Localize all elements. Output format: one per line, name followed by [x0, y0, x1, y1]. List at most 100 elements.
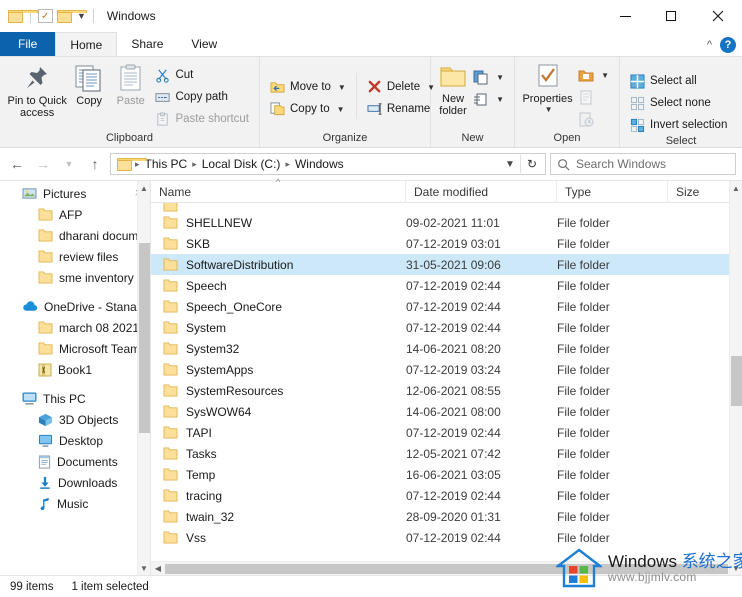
table-row[interactable]: SystemResources 12-06-2021 08:55 File fold… [151, 380, 742, 401]
invert-selection-button[interactable]: Invert selection [626, 115, 731, 135]
paste-icon [118, 64, 144, 92]
sidebar-item-downloads[interactable]: Downloads [0, 472, 150, 493]
new-folder-button[interactable]: New folder [437, 61, 469, 117]
copy-button[interactable]: Copy [68, 61, 110, 107]
edit-button[interactable] [574, 87, 613, 107]
folder-icon[interactable] [8, 9, 38, 23]
paste-shortcut-button[interactable]: Paste shortcut [151, 109, 253, 129]
sidebar-item-label: Downloads [58, 475, 118, 490]
table-row[interactable]: Temp 16-06-2021 03:05 File folder [151, 464, 742, 485]
column-header-type[interactable]: Type [557, 180, 668, 203]
table-row[interactable]: Speech 07-12-2019 02:44 File folder [151, 275, 742, 296]
chevron-down-icon[interactable]: ▼ [77, 11, 86, 21]
sidebar-item-label: AFP [59, 207, 83, 222]
address-path-box[interactable]: ▸ This PC ▸ Local Disk (C:) ▸ Windows ▼ … [110, 153, 546, 175]
chevron-down-icon[interactable]: ▼ [496, 73, 504, 82]
breadcrumb-local-disk[interactable]: Local Disk (C:) [198, 157, 285, 171]
scroll-up-icon[interactable]: ▲ [730, 181, 742, 195]
nav-scroll-thumb[interactable] [139, 243, 150, 433]
file-type-cell: File folder [557, 404, 610, 419]
cut-button[interactable]: Cut [151, 65, 253, 85]
recent-locations-button[interactable]: ▼ [58, 153, 80, 175]
chevron-down-icon[interactable]: ▼ [500, 159, 520, 170]
sidebar-item-pictures[interactable]: Pictures [0, 183, 150, 204]
table-row[interactable]: SKB 07-12-2019 03:01 File folder [151, 233, 742, 254]
properties-button[interactable]: Properties ▼ [521, 61, 574, 114]
sidebar-item-march-08-2021[interactable]: march 08 2021 [0, 317, 150, 338]
search-input[interactable]: Search Windows [550, 153, 736, 175]
column-header-name-label: Name [159, 184, 192, 199]
chevron-down-icon[interactable]: ▼ [545, 105, 553, 114]
close-button[interactable] [694, 0, 742, 32]
table-row[interactable]: SystemApps 07-12-2019 03:24 File folder [151, 359, 742, 380]
navigation-pane: Pictures AFP dharani docume review files sme… [0, 181, 150, 575]
scroll-left-icon[interactable]: ◀ [151, 564, 165, 573]
table-row[interactable]: System 07-12-2019 02:44 File folder [151, 317, 742, 338]
sidebar-item-music[interactable]: Music [0, 493, 150, 514]
table-row-partial[interactable] [151, 203, 742, 212]
chevron-down-icon[interactable]: ▼ [337, 105, 345, 114]
sidebar-item-dharani-docume[interactable]: dharani docume [0, 225, 150, 246]
new-folder-icon[interactable] [57, 9, 87, 23]
up-button[interactable]: ↑ [84, 153, 106, 175]
sidebar-item-afp[interactable]: AFP [0, 204, 150, 225]
copy-path-button[interactable]: Copy path [151, 87, 253, 107]
table-row[interactable]: SoftwareDistribution 31-05-2021 09:06 File… [151, 254, 742, 275]
sidebar-item-onedrive-stanac[interactable]: OneDrive - Stanac [0, 296, 150, 317]
chevron-down-icon[interactable]: ▼ [601, 71, 609, 80]
table-row[interactable]: System32 14-06-2021 08:20 File folder [151, 338, 742, 359]
pin-to-quick-access-button[interactable]: Pin to Quick access [6, 61, 68, 119]
move-to-button[interactable]: Move to ▼ [266, 77, 350, 97]
nav-scrollbar[interactable]: ▲ ▼ [137, 181, 150, 575]
chevron-down-icon[interactable]: ▼ [496, 95, 504, 104]
scroll-up-icon[interactable]: ▲ [138, 181, 150, 195]
breadcrumb-this-pc[interactable]: This PC [141, 157, 192, 171]
breadcrumb-windows[interactable]: Windows [291, 157, 348, 171]
scroll-down-icon[interactable]: ▼ [138, 561, 150, 575]
table-row[interactable]: Speech_OneCore 07-12-2019 02:44 File folde… [151, 296, 742, 317]
paste-button[interactable]: Paste [110, 61, 152, 107]
sidebar-item-this-pc[interactable]: This PC [0, 388, 150, 409]
refresh-icon[interactable]: ↻ [521, 157, 543, 171]
sidebar-item-book1[interactable]: Book1 [0, 359, 150, 380]
rename-button[interactable]: Rename [363, 99, 439, 119]
sidebar-item-documents[interactable]: Documents [0, 451, 150, 472]
chevron-down-icon[interactable]: ▼ [338, 83, 346, 92]
table-row[interactable]: tracing 07-12-2019 02:44 File folder [151, 485, 742, 506]
properties-icon[interactable]: ✓ [38, 9, 53, 23]
tab-share[interactable]: Share [117, 32, 177, 56]
file-date-cell: 16-06-2021 03:05 [406, 467, 501, 482]
file-scroll-thumb[interactable] [731, 356, 742, 406]
minimize-button[interactable] [602, 0, 648, 32]
chevron-up-icon[interactable]: ^ [707, 39, 712, 51]
sidebar-item-microsoft-teams[interactable]: Microsoft Teams [0, 338, 150, 359]
table-row[interactable]: SHELLNEW 09-02-2021 11:01 File folder [151, 212, 742, 233]
select-all-button[interactable]: Select all [626, 71, 731, 91]
tab-file[interactable]: File [0, 32, 56, 56]
sidebar-item-3d-objects[interactable]: 3D Objects [0, 409, 150, 430]
help-icon[interactable]: ? [720, 37, 736, 53]
delete-button[interactable]: Delete ▼ [363, 77, 439, 97]
maximize-button[interactable] [648, 0, 694, 32]
sidebar-item-review-files[interactable]: review files [0, 246, 150, 267]
forward-button[interactable]: → [32, 153, 54, 175]
column-header-name[interactable]: Name ^ [151, 177, 406, 203]
back-button[interactable]: ← [6, 153, 28, 175]
tab-home[interactable]: Home [55, 32, 118, 56]
file-list-scrollbar[interactable]: ▲ ▼ [729, 181, 742, 575]
tab-view[interactable]: View [177, 32, 231, 56]
table-row[interactable]: TAPI 07-12-2019 02:44 File folder [151, 422, 742, 443]
easy-access-button[interactable]: ▼ [469, 89, 508, 109]
open-button[interactable]: ▼ [574, 65, 613, 85]
column-header-size[interactable]: Size [668, 181, 728, 203]
new-item-button[interactable]: ▼ [469, 67, 508, 87]
column-header-date[interactable]: Date modified [406, 180, 557, 203]
sidebar-item-sme-inventory[interactable]: sme inventory [0, 267, 150, 288]
history-button[interactable] [574, 109, 613, 129]
copy-to-button[interactable]: Copy to ▼ [266, 99, 350, 119]
table-row[interactable]: twain_32 28-09-2020 01:31 File folder [151, 506, 742, 527]
table-row[interactable]: Tasks 12-05-2021 07:42 File folder [151, 443, 742, 464]
table-row[interactable]: SysWOW64 14-06-2021 08:00 File folder [151, 401, 742, 422]
sidebar-item-desktop[interactable]: Desktop [0, 430, 150, 451]
select-none-button[interactable]: Select none [626, 93, 731, 113]
